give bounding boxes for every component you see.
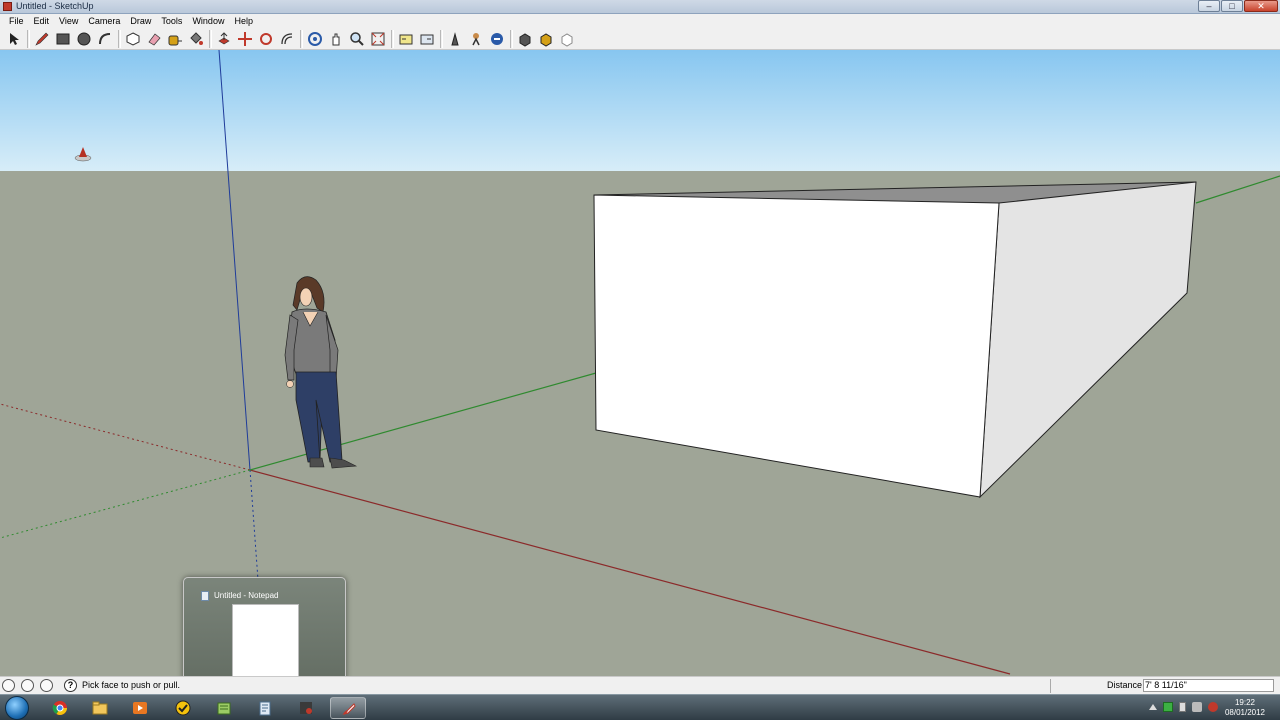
chrome-icon xyxy=(52,701,67,715)
get-models-tool-icon[interactable] xyxy=(515,29,535,49)
volume-icon[interactable] xyxy=(1208,702,1218,712)
rotate-tool-icon[interactable] xyxy=(256,29,276,49)
paint-bucket-tool-icon[interactable] xyxy=(186,29,206,49)
eraser-tool-icon[interactable] xyxy=(144,29,164,49)
menu-view[interactable]: View xyxy=(54,14,83,28)
instructor-help-icon[interactable]: ? xyxy=(64,679,77,692)
taskbar-paint[interactable] xyxy=(288,697,324,719)
share-model-tool-icon[interactable] xyxy=(536,29,556,49)
taskbar-media-player[interactable] xyxy=(122,697,158,719)
offset-tool-icon[interactable] xyxy=(277,29,297,49)
zoom-tool-icon[interactable] xyxy=(347,29,367,49)
taskbar-chrome[interactable] xyxy=(42,697,78,719)
menu-camera[interactable]: Camera xyxy=(83,14,125,28)
toolbar-separator xyxy=(209,29,212,48)
thumbnail-preview[interactable] xyxy=(232,604,299,677)
menu-window[interactable]: Window xyxy=(187,14,229,28)
menu-tools[interactable]: Tools xyxy=(156,14,187,28)
close-button[interactable]: ✕ xyxy=(1244,0,1278,12)
status-divider xyxy=(1050,679,1051,693)
next-view-tool-icon[interactable] xyxy=(417,29,437,49)
look-around-tool-icon[interactable] xyxy=(466,29,486,49)
menu-help[interactable]: Help xyxy=(229,14,258,28)
clock-time: 19:22 xyxy=(1234,698,1256,707)
title-bar: Untitled - SketchUp – □ ✕ xyxy=(0,0,1280,14)
taskbar-notepad-2[interactable] xyxy=(247,697,283,719)
folder-icon xyxy=(92,701,108,715)
notepad-taskbar-thumbnail[interactable]: Untitled - Notepad xyxy=(183,577,346,688)
main-toolbar xyxy=(0,28,1280,50)
tape-measure-tool-icon[interactable] xyxy=(165,29,185,49)
taskbar-norton[interactable] xyxy=(165,697,201,719)
battery-icon[interactable] xyxy=(1179,702,1186,712)
sketchup-app-icon xyxy=(3,2,12,11)
geo-location-icon[interactable] xyxy=(2,679,15,692)
notepad-app-icon xyxy=(217,702,231,715)
rectangle-tool-icon[interactable] xyxy=(53,29,73,49)
clock-date: 08/01/2012 xyxy=(1224,708,1266,717)
menu-bar: File Edit View Camera Draw Tools Window … xyxy=(0,14,1280,28)
paint-icon xyxy=(300,702,312,714)
sky-background xyxy=(0,50,1280,171)
menu-edit[interactable]: Edit xyxy=(29,14,55,28)
signal-icon[interactable] xyxy=(1192,702,1202,712)
sketchup-icon xyxy=(342,703,356,715)
move-tool-icon[interactable] xyxy=(235,29,255,49)
window-controls: – □ ✕ xyxy=(1198,0,1278,13)
status-hint: Pick face to push or pull. xyxy=(82,680,181,690)
media-player-icon xyxy=(133,702,147,714)
toolbar-separator xyxy=(118,29,121,48)
maximize-button[interactable]: □ xyxy=(1221,0,1243,12)
position-camera-tool-icon[interactable] xyxy=(445,29,465,49)
system-clock[interactable]: 19:22 08/01/2012 xyxy=(1220,698,1270,718)
pan-tool-icon[interactable] xyxy=(326,29,346,49)
push-pull-tool-icon[interactable] xyxy=(214,29,234,49)
toolbar-separator xyxy=(510,29,513,48)
window-title: Untitled - SketchUp xyxy=(16,1,94,11)
notepad-icon xyxy=(201,591,209,601)
select-tool-icon[interactable] xyxy=(4,29,24,49)
toolbar-separator xyxy=(300,29,303,48)
taskbar-explorer[interactable] xyxy=(82,697,118,719)
taskbar-sketchup[interactable] xyxy=(330,697,366,719)
measurements-label: Distance xyxy=(1107,680,1143,690)
previous-view-tool-icon[interactable] xyxy=(396,29,416,49)
network-status-icon[interactable] xyxy=(1163,702,1173,712)
show-hidden-icons-icon[interactable] xyxy=(1149,704,1157,710)
status-bar: ? Pick face to push or pull. Distance 7'… xyxy=(0,676,1280,694)
make-component-tool-icon[interactable] xyxy=(123,29,143,49)
toolbar-separator xyxy=(27,29,30,48)
walk-tool-icon[interactable] xyxy=(487,29,507,49)
measurements-input[interactable]: 7' 8 11/16" xyxy=(1143,679,1274,692)
text-editor-icon xyxy=(259,701,271,716)
norton-icon xyxy=(175,700,191,716)
windows-taskbar: 19:22 08/01/2012 xyxy=(0,694,1280,720)
pencil-tool-icon[interactable] xyxy=(32,29,52,49)
zoom-extents-tool-icon[interactable] xyxy=(368,29,388,49)
system-tray xyxy=(1149,702,1218,712)
toolbar-separator xyxy=(391,29,394,48)
credits-icon[interactable] xyxy=(21,679,34,692)
thumbnail-title: Untitled - Notepad xyxy=(214,591,279,600)
arc-tool-icon[interactable] xyxy=(95,29,115,49)
orbit-tool-icon[interactable] xyxy=(305,29,325,49)
user-icon[interactable] xyxy=(40,679,53,692)
menu-file[interactable]: File xyxy=(4,14,29,28)
extension-tool-icon[interactable] xyxy=(557,29,577,49)
minimize-button[interactable]: – xyxy=(1198,0,1220,12)
toolbar-separator xyxy=(440,29,443,48)
menu-draw[interactable]: Draw xyxy=(125,14,156,28)
taskbar-notepad[interactable] xyxy=(206,697,242,719)
circle-tool-icon[interactable] xyxy=(74,29,94,49)
start-button[interactable] xyxy=(5,696,29,720)
